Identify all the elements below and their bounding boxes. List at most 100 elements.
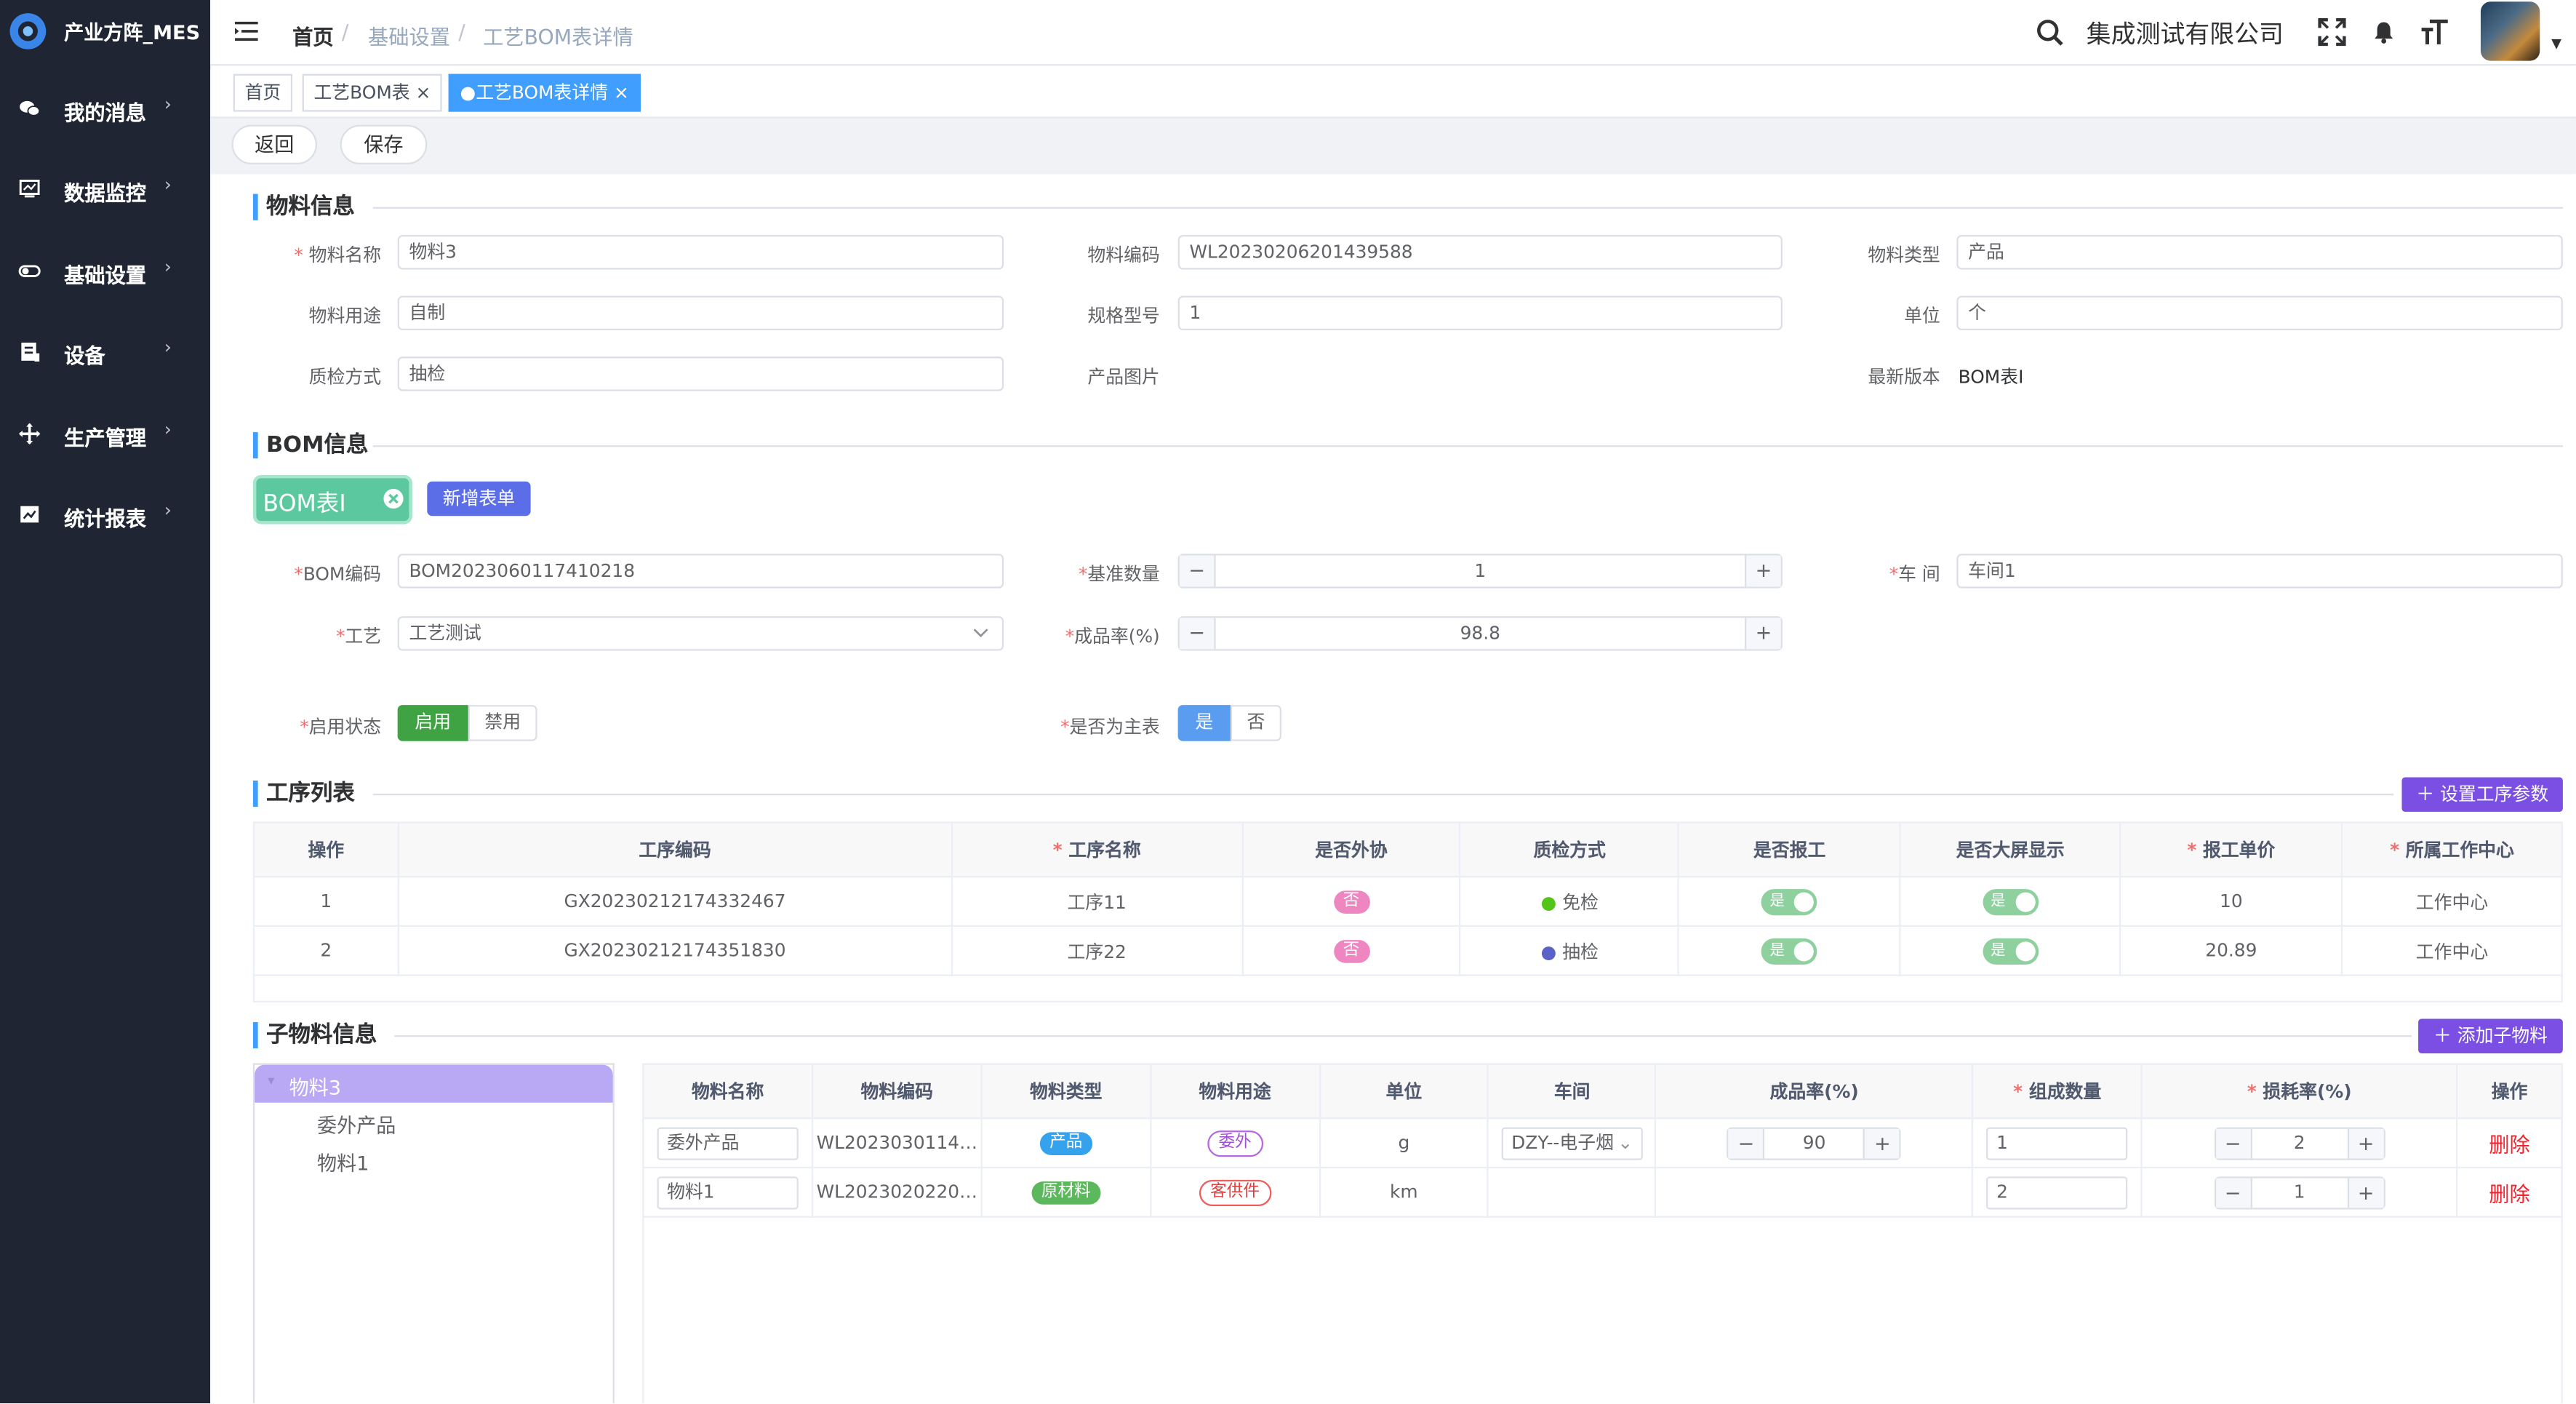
yield-value[interactable]: 98.8 — [1216, 618, 1745, 649]
workshop-select[interactable]: DZY--电子烟 ⌄ — [1501, 1126, 1643, 1160]
loss-stepper[interactable]: −1 + — [2214, 1176, 2385, 1209]
process-select[interactable]: 工艺测试 — [397, 616, 1004, 651]
base-quantity-stepper[interactable]: − 1 + — [1177, 554, 1783, 589]
bom-tab[interactable]: BOM表I — [252, 474, 412, 524]
field-label: *启用状态 — [300, 716, 382, 738]
report-switch[interactable]: 是 — [1761, 937, 1818, 964]
quantity-input[interactable]: 1 — [1986, 1126, 2128, 1160]
font-size-icon[interactable] — [2420, 18, 2449, 46]
material-code: WL2023030114… — [811, 1117, 983, 1169]
plus-icon[interactable]: + — [2347, 1128, 2383, 1158]
sidebar-item-production[interactable]: 生产管理 › — [0, 401, 210, 466]
material-use-input[interactable]: 自制 — [397, 295, 1004, 331]
screen-switch[interactable]: 是 — [1982, 888, 2039, 915]
outsource-badge: 否 — [1333, 940, 1369, 963]
qc-method-input[interactable]: 抽检 — [397, 356, 1004, 391]
qc-method: 免检 — [1562, 891, 1599, 913]
minus-icon[interactable]: − — [1179, 555, 1216, 587]
material-type-badge: 产品 — [1039, 1132, 1092, 1156]
row-index: 1 — [252, 875, 399, 928]
bom-code-input[interactable]: BOM2023060117410218 — [397, 554, 1004, 589]
main-yes-radio[interactable]: 是 — [1177, 705, 1231, 741]
sidebar-item-label: 数据监控 — [64, 180, 147, 206]
column-header: 物料编码 — [811, 1063, 983, 1120]
sidebar-item-messages[interactable]: 我的消息 › — [0, 76, 210, 141]
sidebar-item-reports[interactable]: 统计报表 › — [0, 482, 210, 547]
hamburger-icon[interactable] — [233, 20, 260, 43]
plus-icon[interactable]: + — [1744, 555, 1781, 587]
material-tree: ▾ 物料3 委外产品 物料1 — [252, 1063, 615, 1404]
plus-icon[interactable]: + — [1863, 1128, 1900, 1158]
tag-home[interactable]: 首页 — [233, 73, 293, 112]
field-label: 物料用途 — [308, 306, 382, 327]
close-icon[interactable]: × — [416, 82, 431, 103]
add-submaterial-button[interactable]: ＋ 添加子物料 — [2418, 1018, 2563, 1053]
company-name[interactable]: 集成测试有限公司 — [2087, 17, 2284, 51]
chevron-down-icon: ⌄ — [1617, 1131, 1633, 1153]
material-type-badge: 原材料 — [1031, 1181, 1101, 1205]
enable-radio[interactable]: 启用 — [397, 705, 468, 741]
material-name-input[interactable]: 物料3 — [397, 235, 1004, 270]
fullscreen-icon[interactable] — [2318, 17, 2346, 47]
disable-radio[interactable]: 禁用 — [468, 705, 537, 741]
yield-stepper[interactable]: − 98.8 + — [1177, 616, 1783, 651]
yield-stepper[interactable]: −90 + — [1727, 1126, 1902, 1160]
breadcrumb-home[interactable]: 首页 — [292, 20, 334, 51]
caret-down-icon[interactable]: ▼ — [2551, 36, 2561, 51]
workshop-input[interactable]: 车间1 — [1956, 554, 2563, 589]
app-logo[interactable]: 产业方阵_MES — [0, 0, 210, 63]
field-label: 物料类型 — [1868, 244, 1940, 266]
tree-node-root[interactable]: ▾ 物料3 — [255, 1064, 613, 1103]
delete-button[interactable]: 删除 — [2456, 1166, 2563, 1218]
loss-stepper[interactable]: −2 + — [2214, 1126, 2385, 1160]
sidebar-item-device[interactable]: 设备 › — [0, 319, 210, 384]
close-circle-icon[interactable] — [383, 488, 404, 509]
field-label: 单位 — [1904, 306, 1940, 327]
delete-button[interactable]: 删除 — [2456, 1117, 2563, 1169]
material-name-input[interactable]: 物料1 — [657, 1176, 799, 1209]
sidebar-item-settings[interactable]: 基础设置 › — [0, 239, 210, 304]
tag-bom-detail[interactable]: ●工艺BOM表详情 × — [448, 73, 641, 112]
minus-icon[interactable]: − — [1179, 618, 1216, 650]
sidebar-item-label: 生产管理 — [64, 426, 147, 450]
tree-node-child[interactable]: 委外产品 — [317, 1111, 396, 1138]
material-code-input[interactable]: WL20230206201439588 — [1177, 235, 1783, 270]
field-label: 最新版本 — [1868, 366, 1940, 388]
minus-icon[interactable]: − — [2215, 1128, 2252, 1158]
minus-icon[interactable]: − — [1729, 1128, 1765, 1158]
breadcrumb-current: 工艺BOM表详情 — [483, 24, 633, 49]
breadcrumb-settings[interactable]: 基础设置 — [368, 20, 450, 51]
unit-value: km — [1319, 1166, 1489, 1218]
main-no-radio[interactable]: 否 — [1230, 705, 1281, 741]
unit-input[interactable]: 个 — [1956, 295, 2563, 331]
plus-icon[interactable]: + — [2347, 1177, 2383, 1208]
spec-input[interactable]: 1 — [1177, 295, 1783, 331]
search-icon[interactable] — [2036, 18, 2065, 48]
avatar[interactable] — [2480, 1, 2540, 61]
base-quantity-value[interactable]: 1 — [1216, 556, 1745, 587]
close-icon[interactable]: × — [614, 82, 629, 103]
screen-switch[interactable]: 是 — [1982, 937, 2039, 964]
column-header: 质检方式 — [1459, 821, 1680, 878]
plus-icon[interactable]: + — [1744, 618, 1781, 650]
save-button[interactable]: 保存 — [340, 124, 428, 164]
material-type-input[interactable]: 产品 — [1956, 235, 2563, 270]
active-dot-icon: ● — [460, 81, 476, 104]
report-switch[interactable]: 是 — [1761, 888, 1818, 915]
chevron-right-icon: › — [164, 93, 172, 116]
sidebar-item-monitor[interactable]: 数据监控 › — [0, 156, 210, 222]
quantity-input[interactable]: 2 — [1986, 1176, 2128, 1209]
material-use-badge: 客供件 — [1199, 1178, 1271, 1205]
tag-bom-list[interactable]: 工艺BOM表 × — [302, 73, 443, 112]
tree-node-child[interactable]: 物料1 — [317, 1149, 369, 1176]
new-form-button[interactable]: 新增表单 — [427, 481, 531, 516]
field-label: * 物料名称 — [294, 244, 382, 266]
column-header: 操作 — [252, 821, 399, 878]
divider — [372, 794, 2394, 796]
back-button[interactable]: 返回 — [231, 124, 317, 164]
minus-icon[interactable]: − — [2215, 1177, 2252, 1208]
tag-label: 工艺BOM表详情 — [476, 81, 609, 104]
material-name-input[interactable]: 委外产品 — [657, 1126, 799, 1160]
set-procedure-params-button[interactable]: ＋ 设置工序参数 — [2401, 777, 2563, 812]
bell-icon[interactable] — [2372, 20, 2396, 44]
